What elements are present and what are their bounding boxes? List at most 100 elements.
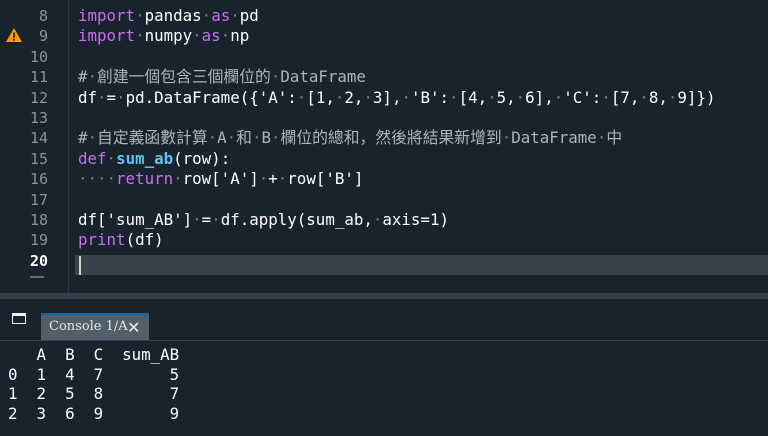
console-output-line: 2 3 6 9 9 [8, 403, 180, 423]
code-token: row[' [287, 169, 335, 189]
tab-console-1a[interactable]: Console 1/A ✕ [41, 313, 149, 341]
code-token: A [230, 169, 240, 189]
code-token: '] [344, 169, 364, 189]
code-token: df[' [78, 210, 117, 229]
code-token: # [78, 128, 88, 148]
code-token: ': [582, 87, 602, 107]
line-number: 18 [29, 211, 48, 229]
code-token: axis=1) [382, 210, 449, 229]
whitespace-marker: · [207, 128, 218, 148]
code-editor[interactable]: 8 9 10 11 12 13 14 15 16 17 18 19 20 import·pandas·a… [0, 0, 768, 293]
whitespace-marker: · [401, 87, 411, 107]
whitespace-marker: · [639, 87, 649, 107]
line-number: 10 [29, 47, 48, 66]
code-token: [1, [306, 87, 335, 107]
whitespace-marker: · [87, 128, 98, 148]
code-token: ' [563, 87, 573, 107]
current-line-highlight [75, 255, 768, 275]
whitespace-marker: · [258, 169, 269, 189]
code-token: 和 [236, 128, 252, 148]
code-line[interactable]: import·pandas·as·pd [78, 6, 259, 26]
code-token: sum_AB [116, 210, 174, 229]
code-token: df.apply(sum_ab, [220, 210, 373, 229]
whitespace-marker: · [270, 67, 281, 87]
code-token: print [78, 230, 126, 250]
whitespace-marker: · [226, 128, 237, 148]
whitespace-marker: · [553, 87, 564, 107]
code-token: return [116, 169, 174, 189]
whitespace-marker: · [201, 6, 212, 25]
code-line[interactable]: import·numpy·as·np [78, 26, 249, 46]
code-token: np [230, 26, 250, 46]
code-token: [4, [458, 87, 488, 107]
code-token: row[' [182, 169, 231, 189]
code-token: [7, [610, 87, 640, 107]
line-number: 19 [29, 231, 48, 250]
whitespace-marker: · [173, 169, 183, 189]
code-token: A [268, 87, 278, 107]
code-token: = [201, 210, 212, 229]
code-token: + [268, 169, 278, 189]
whitespace-marker: · [230, 6, 240, 25]
whitespace-marker: · [277, 169, 288, 189]
code-token: pd [239, 6, 259, 25]
whitespace-marker: · [192, 26, 202, 46]
whitespace-marker: · [667, 87, 678, 107]
code-line[interactable]: #·自定義函數計算·A·和·B·欄位的總和，然後將結果新增到·DataFrame… [78, 128, 622, 148]
whitespace-marker: · [515, 87, 526, 107]
code-token: '] [239, 169, 259, 189]
code-token: B [261, 128, 272, 148]
line-number: 8 [38, 7, 48, 25]
ipython-console-pane: Console 1/A ✕ A B C sum_AB 0 1 4 7 51 2 5… [0, 299, 768, 436]
code-token: as [211, 6, 231, 25]
line-number: 9 [38, 27, 48, 46]
line-number: 14 [29, 129, 48, 148]
code-token: 8, [648, 87, 668, 107]
code-token: ' [410, 87, 421, 107]
code-token: = [106, 87, 117, 107]
code-token: ': [430, 87, 450, 107]
code-line[interactable]: print(df) [78, 230, 164, 250]
code-token: 中 [606, 128, 623, 148]
code-token: import [78, 26, 136, 46]
code-line[interactable]: def·sum_ab(row): [78, 149, 230, 169]
code-line[interactable]: df·=·pd.DataFrame({'A':·[1,·2,·3],·'B':·… [78, 88, 715, 108]
gutter-marker [30, 276, 44, 278]
line-number: 17 [29, 190, 48, 209]
code-token: 6], [525, 87, 554, 107]
code-token: 欄位的總和，然後將結果新增到 [280, 128, 502, 148]
whitespace-marker: · [271, 128, 281, 148]
code-token: DataFrame [511, 128, 597, 148]
whitespace-marker: · [211, 210, 221, 229]
line-number: 13 [29, 109, 48, 127]
code-line[interactable]: df['sum_AB']·=·df.apply(sum_ab,·axis=1) [78, 210, 449, 230]
code-token: 創建一個包含三個欄位的 [97, 67, 271, 87]
code-token: df [78, 87, 98, 107]
code-line[interactable]: ····return·row['A']·+·row['B'] [78, 169, 363, 189]
text-caret [79, 256, 81, 275]
tab-bar-divider [0, 340, 768, 341]
whitespace-marker: · [97, 87, 107, 107]
code-token: 9]}) [677, 87, 716, 107]
code-token: (row): [173, 148, 231, 168]
code-token: (df) [125, 230, 164, 250]
whitespace-marker: · [106, 148, 117, 168]
whitespace-marker: · [251, 128, 262, 148]
line-number: 11 [29, 68, 48, 87]
pane-window-icon[interactable] [12, 313, 26, 324]
whitespace-marker: · [487, 87, 497, 107]
code-token: pandas [144, 6, 202, 25]
console-tab-label: Console 1/A [49, 319, 128, 334]
whitespace-marker: ···· [78, 169, 117, 189]
code-line[interactable]: #·創建一個包含三個欄位的·DataFrame [78, 67, 366, 87]
code-token: ': [277, 87, 297, 107]
whitespace-marker: · [220, 26, 231, 46]
whitespace-marker: · [363, 87, 373, 107]
line-number: 15 [29, 149, 48, 168]
whitespace-marker: · [601, 87, 611, 107]
close-icon[interactable]: ✕ [127, 318, 140, 337]
whitespace-marker: · [116, 87, 126, 107]
whitespace-marker: · [372, 210, 383, 229]
code-token: as [201, 26, 221, 46]
whitespace-marker: · [87, 67, 98, 87]
